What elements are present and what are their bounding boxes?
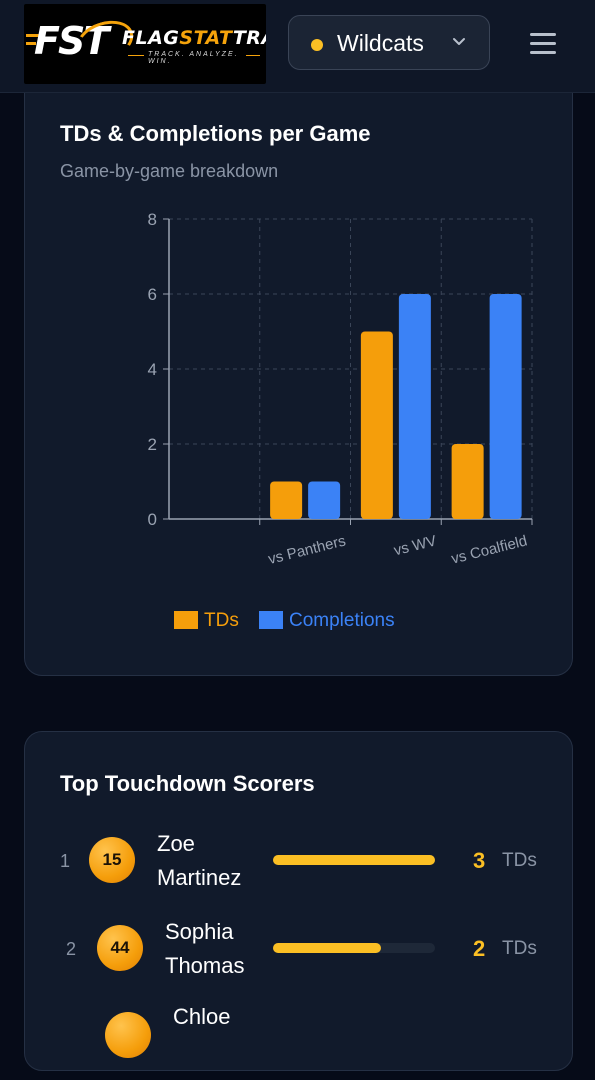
bar-completions-vs-coalfield <box>489 294 522 519</box>
y-tick-label: 0 <box>148 510 157 529</box>
scorer-last-name: Thomas <box>165 953 245 978</box>
scorer-first-name: Sophia <box>165 919 234 944</box>
y-tick-label: 6 <box>148 285 157 304</box>
menu-line <box>530 51 556 54</box>
bar-chart: 0 2 4 6 8 vs Panthers vs WV vs Coalfield TDs Comp… <box>148 210 533 631</box>
team-status-dot <box>311 39 323 51</box>
hamburger-icon[interactable] <box>524 28 562 60</box>
app-header: FST FLAGSTATTRAX TRACK. ANALYZE. WIN. Wi… <box>0 0 595 93</box>
jersey-number-badge: 15 <box>89 837 135 883</box>
td-count: 3 <box>473 848 486 873</box>
scorer-rank: 1 <box>60 851 71 871</box>
td-unit-label: TDs <box>502 850 537 871</box>
chevron-down-icon <box>453 38 465 45</box>
x-tick-label: vs Coalfield <box>450 532 529 567</box>
top-scorers-card: Top Touchdown Scorers 1 15 Zoe Martinez … <box>24 731 573 1071</box>
bar-completions-vs-wv <box>398 294 431 519</box>
td-progress-bar <box>273 855 435 865</box>
team-selector[interactable]: Wildcats <box>288 15 490 70</box>
logo-word-main: FLAG <box>122 27 180 49</box>
y-tick-label: 8 <box>148 210 157 229</box>
logo-divider <box>246 55 260 56</box>
menu-line <box>530 42 556 45</box>
menu-line <box>530 33 556 36</box>
logo-wordmark: FLAGSTATTRAX <box>122 26 266 50</box>
scorer-last-name: Martinez <box>157 865 242 890</box>
td-count: 2 <box>473 936 486 961</box>
scorer-name: Zoe Martinez <box>157 827 267 895</box>
td-progress-bar <box>273 943 435 953</box>
scorer-rank: 2 <box>66 939 77 959</box>
y-tick-label: 2 <box>148 435 157 454</box>
scorer-row[interactable]: Chloe <box>25 1000 574 1080</box>
legend-swatch <box>174 611 198 629</box>
x-tick-label: vs WV <box>392 532 438 559</box>
scorer-row[interactable]: 1 15 Zoe Martinez 3 TDs <box>25 824 574 904</box>
logo-tagline: TRACK. ANALYZE. WIN. <box>148 51 239 65</box>
td-unit-label: TDs <box>502 938 537 959</box>
jersey-number-badge <box>105 1012 151 1058</box>
td-progress-fill <box>273 855 435 865</box>
flagstattrax-logo[interactable]: FST FLAGSTATTRAX TRACK. ANALYZE. WIN. <box>24 4 266 84</box>
scorer-name: Sophia Thomas <box>165 915 275 983</box>
x-tick-label: vs Panthers <box>266 532 347 568</box>
bar-tds-vs-wv <box>360 331 393 519</box>
logo-word-accent: STAT <box>179 27 233 49</box>
y-tick-label: 4 <box>148 360 157 379</box>
bar-completions-vs-panthers <box>308 481 341 519</box>
legend-label: TDs <box>204 610 239 631</box>
td-progress-fill <box>273 943 382 953</box>
team-selector-label: Wildcats <box>337 30 424 56</box>
legend-swatch <box>259 611 283 629</box>
scorer-first-name: Chloe <box>173 1004 231 1029</box>
legend-label: Completions <box>289 610 395 631</box>
logo-divider <box>128 55 144 56</box>
scorers-title: Top Touchdown Scorers <box>60 771 315 796</box>
scorer-row[interactable]: 2 44 Sophia Thomas 2 TDs <box>25 912 574 992</box>
bar-tds-vs-panthers <box>270 481 303 519</box>
scorer-first-name: Zoe <box>157 831 195 856</box>
scorer-name: Chloe <box>173 1000 283 1034</box>
bar-tds-vs-coalfield <box>451 444 484 519</box>
chart-card: TDs & Completions per Game Game-by-game … <box>24 70 573 676</box>
logo-word-end: TRAX <box>232 27 266 49</box>
jersey-number-badge: 44 <box>97 925 143 971</box>
